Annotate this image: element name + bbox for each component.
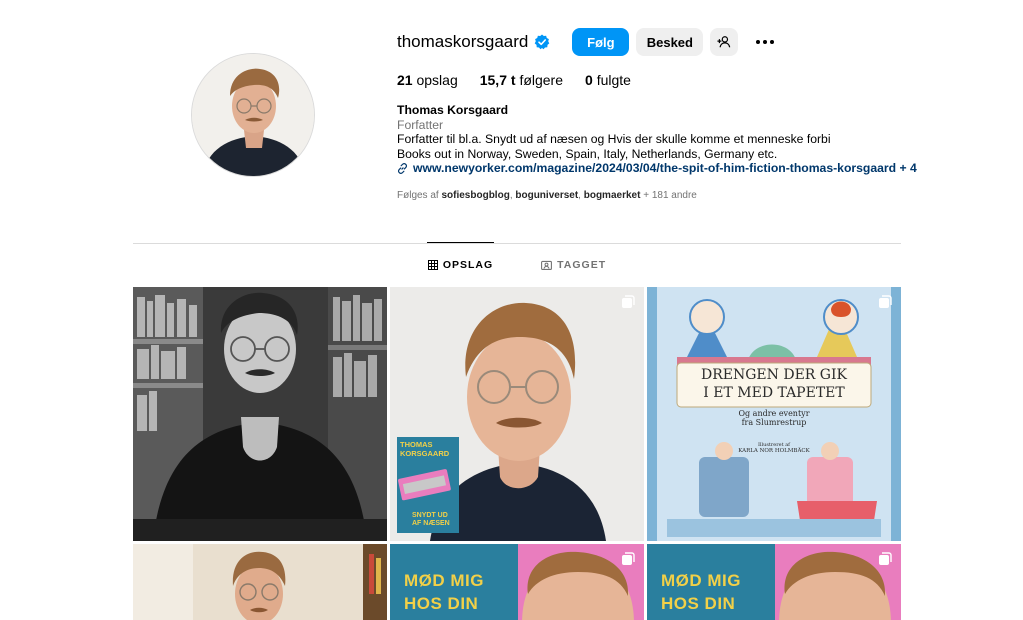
more-options-icon[interactable] (751, 28, 779, 56)
suggest-users-button[interactable] (710, 28, 739, 56)
post-tile-2[interactable]: THOMAS KORSGAARD SNYDT UD AF NÆSEN (390, 287, 644, 541)
post-2-book-title: SNYDT UD AF NÆSEN (412, 512, 450, 527)
followed-by[interactable]: Følges af sofiesbogblog, boguniverset, b… (397, 190, 917, 201)
followed-by-suffix: + 181 andre (643, 189, 697, 201)
post-3-title-line-2: I ET MED TAPETET (703, 385, 845, 401)
profile-category: Forfatter (397, 117, 444, 132)
message-button[interactable]: Besked (636, 28, 704, 56)
profile-name-row: thomaskorsgaard Følg Besked (397, 28, 917, 56)
posts-count-stat: 21 opslag (397, 72, 458, 88)
following-label: fulgte (596, 72, 631, 88)
followed-by-user-2: boguniverset (515, 189, 579, 201)
bio-line-2: Books out in Norway, Sweden, Spain, Ital… (397, 146, 778, 161)
post-2-image (390, 287, 644, 541)
post-1-image (133, 287, 387, 541)
post-5-text-line-1: MØD MIG (404, 571, 484, 590)
profile-stats: 21 opslag 15,7 t følgere 0 fulgte (397, 70, 917, 90)
multiple-photos-icon (878, 295, 892, 314)
bio-line-1: Forfatter til bl.a. Snydt ud af næsen og… (397, 132, 831, 146)
post-tile-1[interactable] (133, 287, 387, 541)
post-4-image (133, 544, 387, 620)
multiple-photos-icon (621, 295, 635, 314)
add-user-icon (717, 36, 731, 48)
post-6-text-line-1: MØD MIG (661, 571, 741, 590)
tab-tagged[interactable]: TAGGET (541, 243, 606, 287)
profile-username: thomaskorsgaard (397, 32, 529, 51)
tab-tagged-label: TAGGET (557, 259, 607, 271)
grid-icon (427, 260, 438, 270)
post-tile-6[interactable]: MØD MIG HOS DIN (647, 544, 901, 620)
following-count: 0 (585, 72, 593, 88)
profile-link-text: www.newyorker.com/magazine/2024/03/04/th… (413, 161, 917, 175)
avatar-portrait (192, 54, 314, 176)
post-tile-5[interactable]: MØD MIG HOS DIN (390, 544, 644, 620)
profile-avatar[interactable] (191, 53, 315, 177)
post-tile-4[interactable] (133, 544, 387, 620)
posts-count: 21 (397, 72, 413, 88)
followers-label: følgere (519, 72, 564, 88)
followed-by-prefix: Følges af (397, 189, 439, 201)
followed-by-user-1: sofiesbogblog (441, 189, 510, 201)
followers-stat[interactable]: 15,7 t følgere (480, 72, 563, 88)
following-stat[interactable]: 0 fulgte (585, 72, 631, 88)
post-5-text-line-2: HOS DIN (404, 594, 479, 613)
profile-full-name: Thomas Korsgaard (397, 103, 509, 117)
followers-count: 15,7 t (479, 72, 516, 88)
profile-info: thomaskorsgaard Følg Besked 21 opslag 15… (397, 28, 917, 201)
multiple-photos-icon (621, 552, 635, 571)
followed-by-user-3: bogmaerket (583, 189, 641, 201)
profile-tabs: OPSLAG TAGGET (133, 242, 901, 287)
post-tile-3[interactable]: DRENGEN DER GIK I ET MED TAPETET Og andr… (647, 287, 901, 541)
tab-posts[interactable]: OPSLAG (426, 242, 495, 287)
profile-link[interactable]: www.newyorker.com/magazine/2024/03/04/th… (397, 161, 917, 176)
post-3-subtitle-line-2: fra Slumrestrup (741, 418, 807, 427)
link-icon (397, 162, 408, 174)
profile-bio: Thomas Korsgaard Forfatter Forfatter til… (397, 103, 917, 176)
post-2-book-author: THOMAS KORSGAARD (400, 440, 450, 458)
post-3-illustrator: KARLA NOR HOLMBÄCK (738, 448, 810, 454)
post-3-subtitle-line-1: Og andre eventyr (738, 409, 810, 418)
post-6-text-line-2: HOS DIN (661, 594, 736, 613)
tagged-icon (541, 260, 553, 270)
posts-label: opslag (416, 72, 458, 88)
tab-posts-label: OPSLAG (442, 259, 494, 271)
follow-button[interactable]: Følg (572, 28, 630, 56)
multiple-photos-icon (878, 552, 892, 571)
post-3-title-line-1: DRENGEN DER GIK (701, 367, 847, 383)
verified-badge-icon (534, 34, 550, 50)
profile-header: thomaskorsgaard Følg Besked 21 opslag 15… (133, 0, 917, 243)
